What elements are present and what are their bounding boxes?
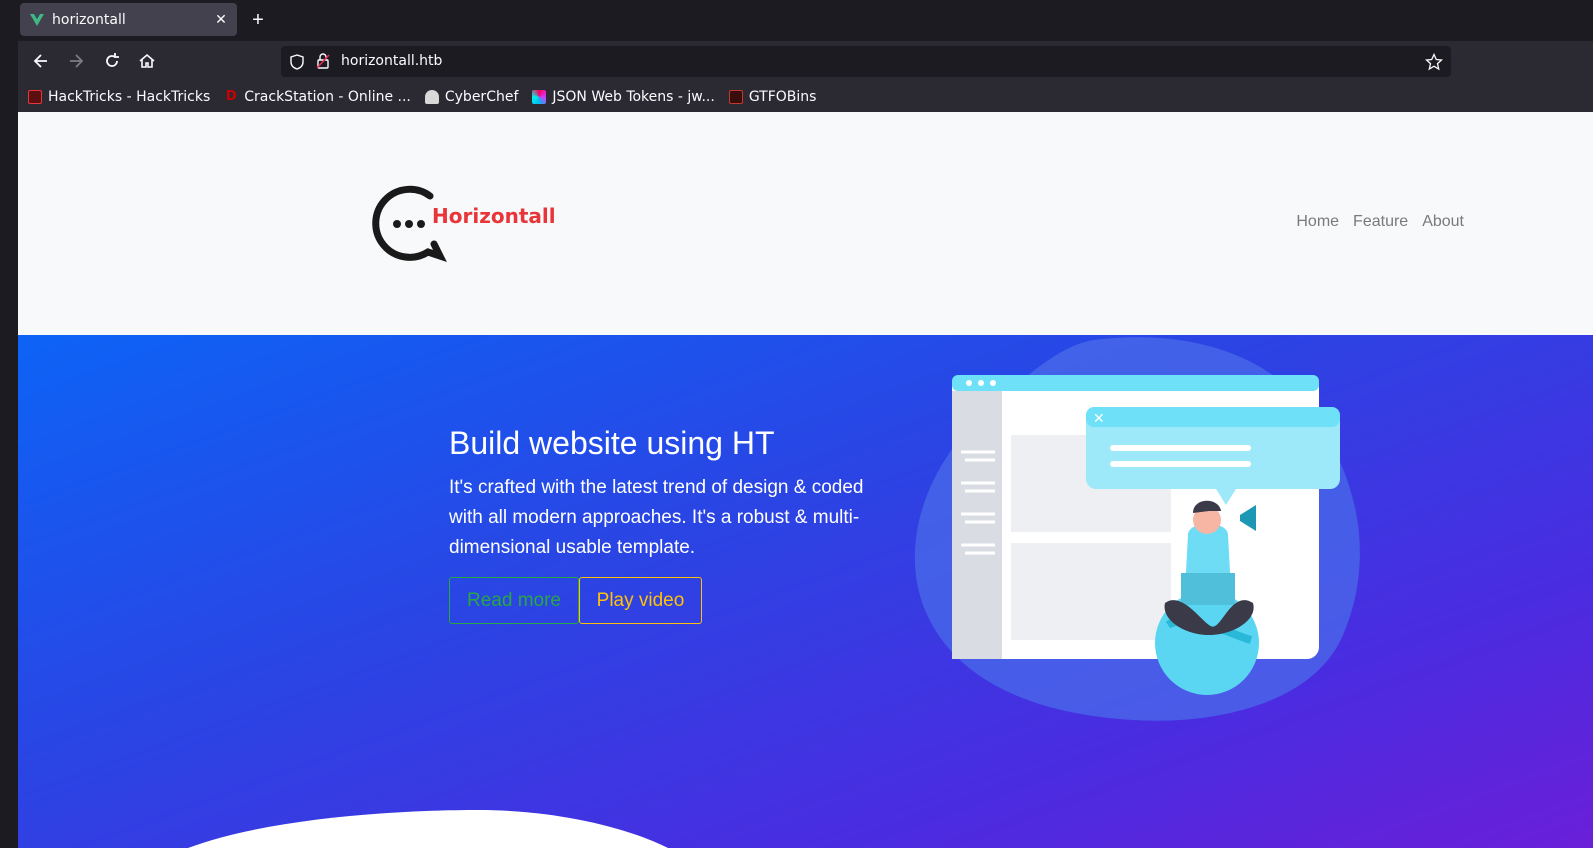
bookmark-gtfobins[interactable]: GTFOBins (728, 89, 817, 105)
bookmark-label: CrackStation - Online ... (244, 89, 411, 105)
web-page: Horizontall Home Feature About Build web… (18, 112, 1593, 848)
bookmark-star-icon[interactable] (1425, 53, 1443, 71)
chef-hat-icon (424, 90, 439, 104)
svg-text:✕: ✕ (1093, 411, 1105, 427)
forward-arrow-icon[interactable] (66, 51, 86, 71)
jwt-favicon-icon (532, 90, 547, 104)
read-more-button[interactable]: Read more (449, 577, 579, 624)
back-arrow-icon[interactable] (31, 51, 51, 71)
tab-title: horizontall (52, 11, 126, 28)
bookmark-jwt[interactable]: JSON Web Tokens - jw... (532, 89, 715, 105)
hero-title: Build website using HT (449, 425, 775, 461)
nav-home[interactable]: Home (1296, 213, 1339, 231)
nav-feature[interactable]: Feature (1353, 213, 1408, 231)
reload-icon[interactable] (102, 51, 122, 71)
bookmark-label: HackTricks - HackTricks (48, 89, 211, 105)
site-header: Horizontall Home Feature About (18, 112, 1593, 335)
tab-strip: horizontall ✕ + (18, 0, 1593, 41)
main-nav: Home Feature About (1296, 213, 1464, 231)
url-text: horizontall.htb (341, 53, 443, 69)
close-tab-icon[interactable]: ✕ (213, 11, 229, 27)
hacktricks-favicon-icon (28, 90, 42, 104)
crackstation-favicon-icon: D (224, 89, 239, 104)
vue-favicon-icon (30, 13, 44, 26)
gtfobins-favicon-icon (728, 90, 743, 104)
bookmark-label: GTFOBins (748, 89, 817, 105)
hero-subtitle: It's crafted with the latest trend of de… (449, 477, 864, 558)
logo-text[interactable]: Horizontall (432, 204, 556, 228)
window-edge (0, 0, 18, 848)
bookmarks-toolbar: HackTricks - HackTricks D CrackStation -… (18, 82, 1593, 112)
bookmark-hacktricks[interactable]: HackTricks - HackTricks (28, 89, 210, 105)
bookmark-label: JSON Web Tokens - jw... (552, 89, 715, 105)
play-video-button[interactable]: Play video (579, 577, 702, 624)
new-tab-button[interactable]: + (248, 10, 268, 30)
navigation-toolbar: horizontall.htb (18, 41, 1593, 82)
hero-bottom-wave (188, 810, 668, 848)
bookmark-label: CyberChef (444, 89, 519, 105)
hero-section: Build website using HT It's crafted with… (18, 335, 1593, 848)
url-bar[interactable]: horizontall.htb (281, 46, 1451, 77)
bookmark-cyberchef[interactable]: CyberChef (424, 89, 519, 105)
nav-about[interactable]: About (1422, 213, 1464, 231)
hero-illustration: ✕ (914, 337, 1360, 721)
home-icon[interactable] (137, 51, 157, 71)
tab-horizontall[interactable]: horizontall ✕ (20, 3, 237, 36)
shield-icon[interactable] (290, 54, 304, 70)
insecure-lock-icon[interactable] (316, 53, 330, 69)
bookmark-crackstation[interactable]: D CrackStation - Online ... (224, 89, 411, 105)
